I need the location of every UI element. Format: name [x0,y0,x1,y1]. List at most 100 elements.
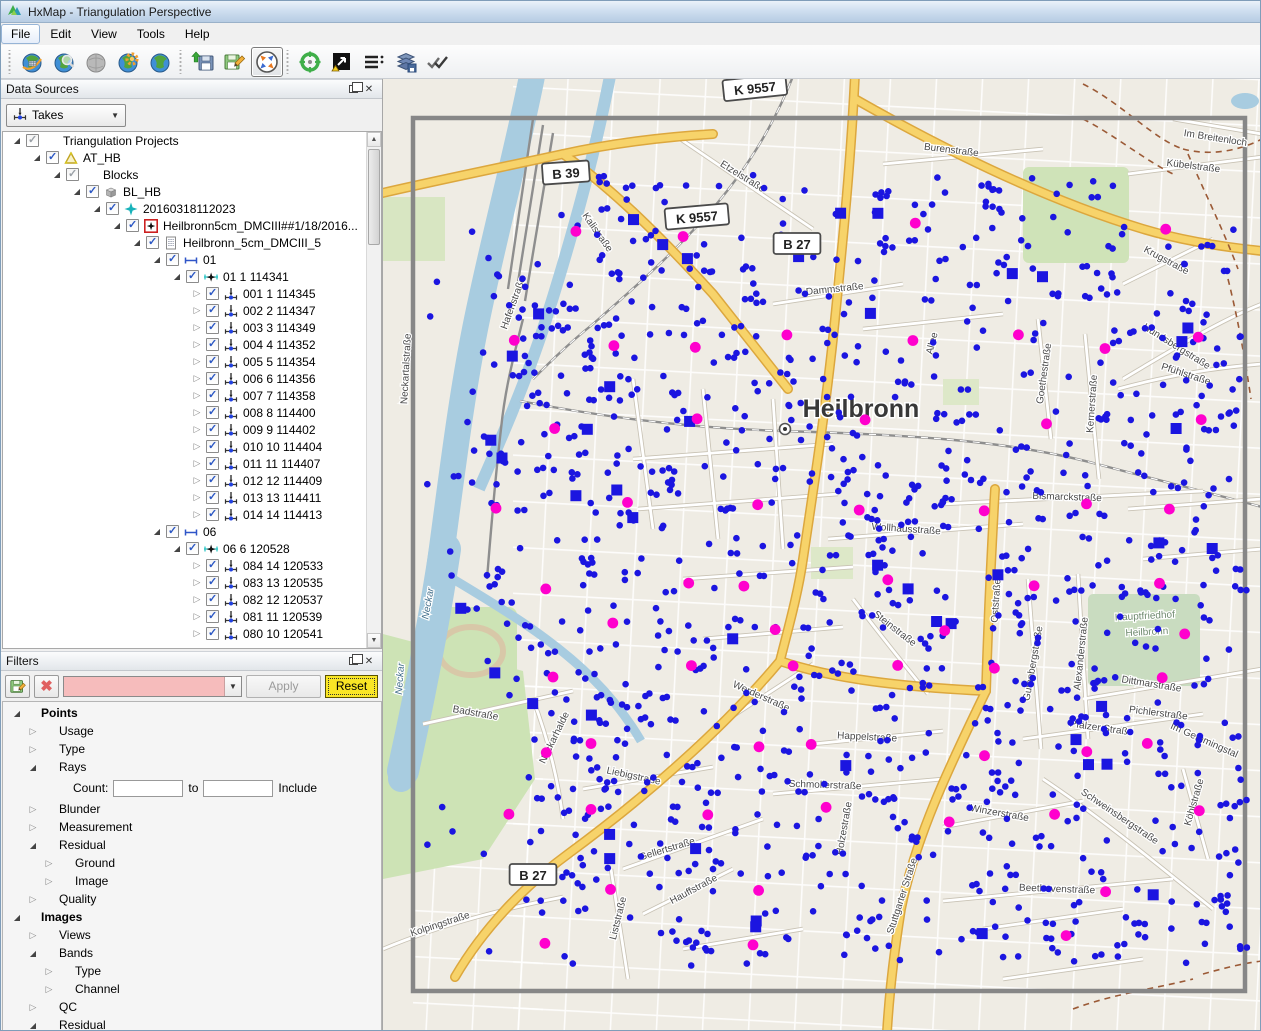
tree-item[interactable]: ▷005 5 114354 [3,353,381,370]
expand-arrow-icon[interactable]: ▷ [189,594,205,605]
checkbox[interactable] [106,202,119,215]
expand-arrow-icon[interactable]: ▷ [189,322,205,333]
checkbox[interactable] [166,525,179,538]
tree-item[interactable]: ◢01 1 114341 [3,268,381,285]
filter-item-blunder[interactable]: ▷Blunder [3,800,381,818]
globe-browse-button[interactable] [16,47,48,77]
checkbox[interactable] [206,610,219,623]
expand-arrow-icon[interactable]: ▷ [189,458,205,469]
scroll-down-icon[interactable]: ▼ [367,633,381,648]
expand-arrow-icon[interactable]: ▷ [25,1002,41,1013]
tree-item[interactable]: ◢Heilbronn5cm_DMCIII##1/18/2016... [3,217,381,234]
filter-item-points[interactable]: ◢Points [3,704,381,722]
checkbox[interactable] [206,627,219,640]
tree-item[interactable]: ▷080 10 120541 [3,625,381,642]
filter-item-bands[interactable]: ◢Bands [3,944,381,962]
tree-item[interactable]: ◢Triangulation Projects [3,132,381,149]
tree-item[interactable]: ◢Heilbronn_5cm_DMCIII_5 [3,234,381,251]
rays-count-from-input[interactable] [113,780,183,797]
collapse-arrow-icon[interactable]: ◢ [89,204,105,213]
import-disk-button[interactable] [187,47,219,77]
expand-arrow-icon[interactable]: ▷ [189,577,205,588]
apply-checks-button[interactable] [422,47,454,77]
apply-button[interactable]: Apply [246,675,321,698]
checkbox[interactable] [206,593,219,606]
fit-view-button[interactable] [251,47,283,77]
checkbox[interactable] [86,185,99,198]
tree-item[interactable]: ▷014 14 114413 [3,506,381,523]
filter-item-residual[interactable]: ◢Residual [3,1016,381,1031]
expand-arrow-icon[interactable]: ▷ [189,509,205,520]
filter-item-ground[interactable]: ▷Ground [3,854,381,872]
center-crosshair-button[interactable] [294,47,326,77]
globe-plain-button[interactable] [144,47,176,77]
tree-item[interactable]: ▷082 12 120537 [3,591,381,608]
close-panel-icon[interactable]: ✕ [361,654,377,668]
expand-arrow-icon[interactable]: ▷ [189,305,205,316]
globe-search-button[interactable] [48,47,80,77]
expand-arrow-icon[interactable]: ▷ [189,339,205,350]
checkbox[interactable] [206,457,219,470]
checkbox[interactable] [206,559,219,572]
checkbox[interactable] [206,474,219,487]
expand-arrow-icon[interactable]: ▷ [189,288,205,299]
checkbox[interactable] [166,253,179,266]
takes-dropdown[interactable]: Takes ▼ [6,104,126,127]
scroll-up-icon[interactable]: ▲ [367,132,381,147]
tree-item[interactable]: ◢Blocks [3,166,381,183]
expand-arrow-icon[interactable]: ▷ [189,424,205,435]
checkbox[interactable] [186,542,199,555]
collapse-arrow-icon[interactable]: ◢ [169,272,185,281]
tree-item[interactable]: ▷083 13 120535 [3,574,381,591]
export-view-button[interactable] [326,47,358,77]
filter-item-quality[interactable]: ▷Quality [3,890,381,908]
checkbox[interactable] [186,270,199,283]
filter-item-usage[interactable]: ▷Usage [3,722,381,740]
list-options-button[interactable] [358,47,390,77]
tree-item[interactable]: ◢BL_HB [3,183,381,200]
collapse-arrow-icon[interactable]: ◢ [25,841,41,850]
filter-item-views[interactable]: ▷Views [3,926,381,944]
expand-arrow-icon[interactable]: ▷ [25,726,41,737]
filter-item-rays[interactable]: ◢Rays [3,758,381,776]
expand-arrow-icon[interactable]: ▷ [189,475,205,486]
expand-arrow-icon[interactable]: ▷ [189,628,205,639]
menu-item-help[interactable]: Help [175,24,220,44]
collapse-arrow-icon[interactable]: ◢ [149,527,165,536]
delete-filter-button[interactable]: ✖ [34,675,59,698]
save-filter-button[interactable] [5,675,30,698]
collapse-arrow-icon[interactable]: ◢ [9,913,25,922]
collapse-arrow-icon[interactable]: ◢ [149,255,165,264]
checkbox[interactable] [126,219,139,232]
reset-button[interactable]: Reset [325,675,378,698]
checkbox[interactable] [206,304,219,317]
collapse-arrow-icon[interactable]: ◢ [49,170,65,179]
tree-item[interactable]: ▷084 14 120533 [3,557,381,574]
tree-item[interactable]: ◢20160318112023 [3,200,381,217]
tree-item[interactable]: ▷007 7 114358 [3,387,381,404]
close-panel-icon[interactable]: ✕ [361,82,377,96]
filter-item-image[interactable]: ▷Image [3,872,381,890]
save-edit-button[interactable] [219,47,251,77]
tree-item[interactable]: ▷011 11 114407 [3,455,381,472]
tree-item[interactable]: ▷081 11 120539 [3,608,381,625]
expand-arrow-icon[interactable]: ▷ [189,390,205,401]
filter-item-type[interactable]: ▷Type [3,740,381,758]
tree-item[interactable]: ▷002 2 114347 [3,302,381,319]
tree-item[interactable]: ▷013 13 114411 [3,489,381,506]
tree-item[interactable]: ▷012 12 114409 [3,472,381,489]
expand-arrow-icon[interactable]: ▷ [189,611,205,622]
expand-arrow-icon[interactable]: ▷ [189,407,205,418]
expand-arrow-icon[interactable]: ▷ [189,441,205,452]
tree-item[interactable]: ▷003 3 114349 [3,319,381,336]
globe-gray-button[interactable] [80,47,112,77]
filter-item-qc[interactable]: ▷QC [3,998,381,1016]
float-panel-icon[interactable] [345,654,361,668]
checkbox[interactable] [146,236,159,249]
rays-count-to-input[interactable] [203,780,273,797]
tree-item[interactable]: ▷006 6 114356 [3,370,381,387]
tree-item[interactable]: ▷009 9 114402 [3,421,381,438]
expand-arrow-icon[interactable]: ▷ [189,492,205,503]
tree-item[interactable]: ▷008 8 114400 [3,404,381,421]
collapse-arrow-icon[interactable]: ◢ [169,544,185,553]
